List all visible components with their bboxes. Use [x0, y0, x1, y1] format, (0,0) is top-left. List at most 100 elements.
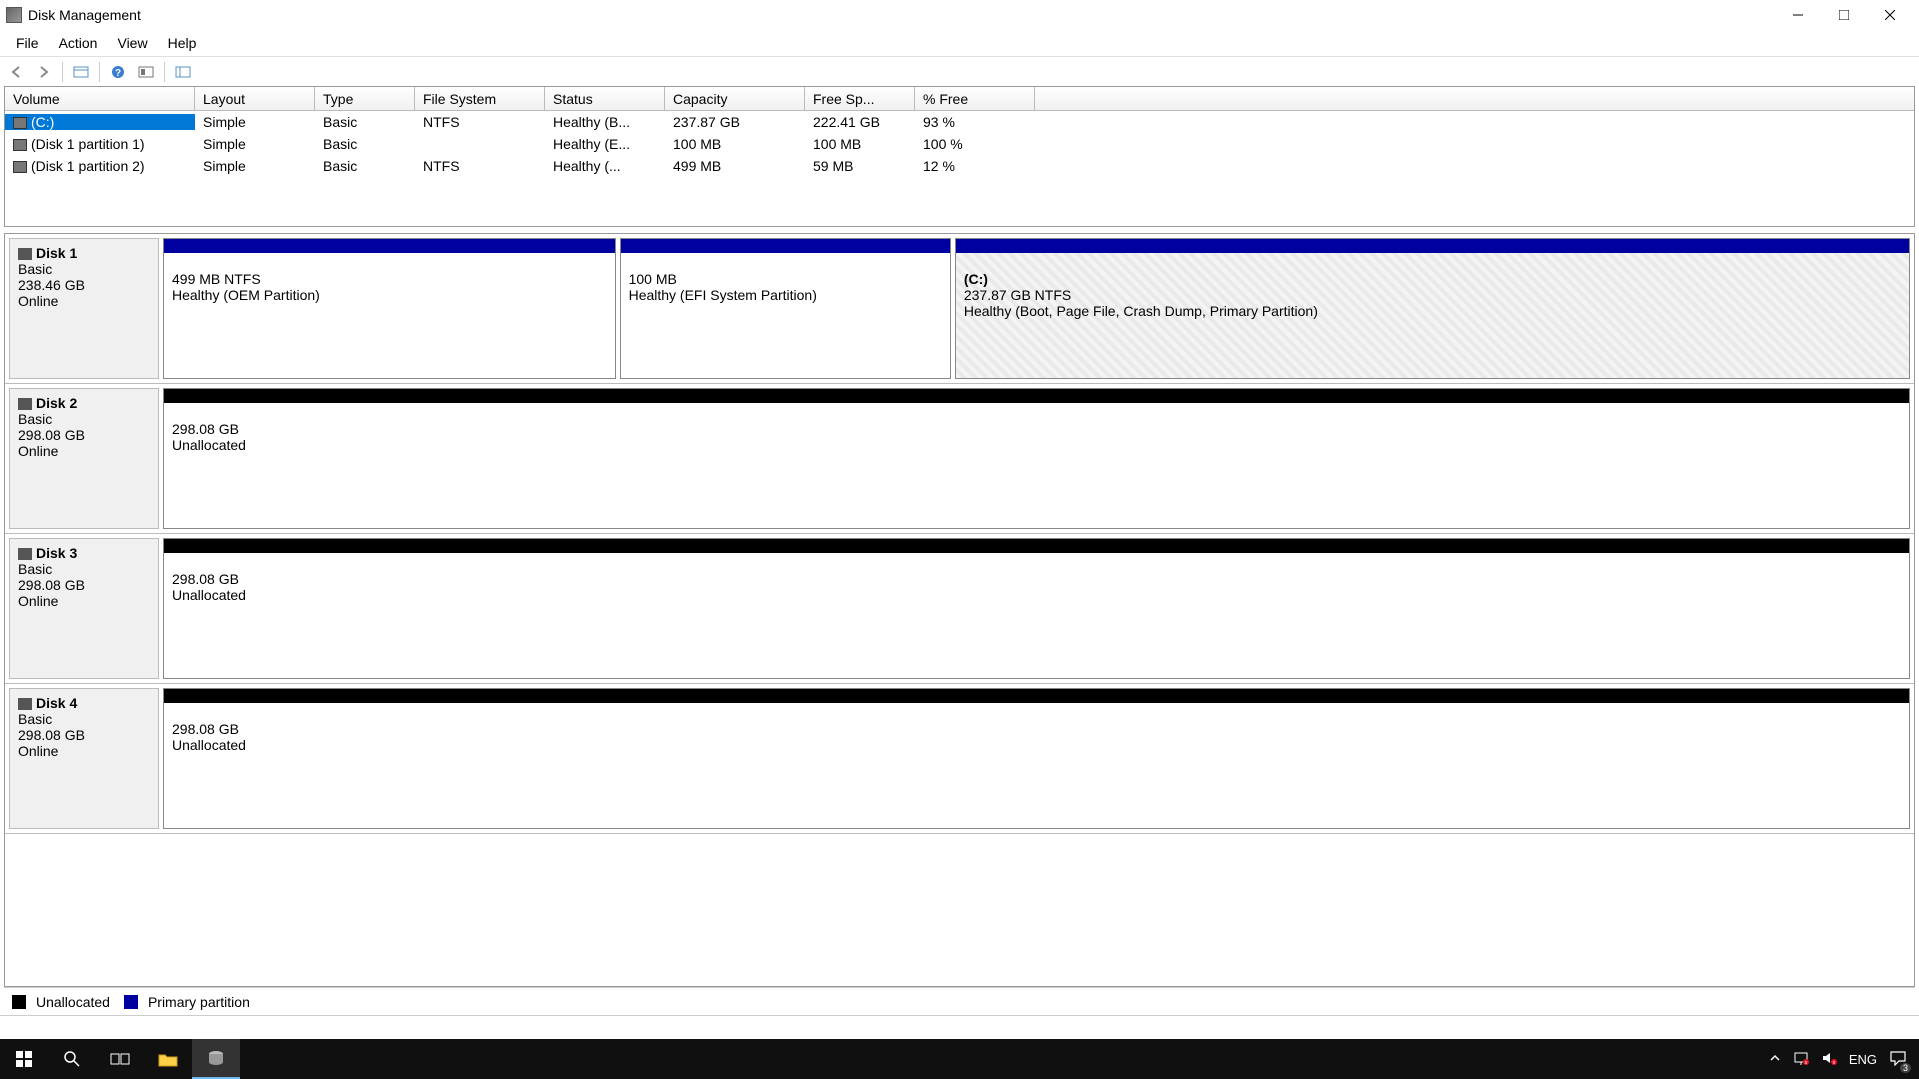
taskbar-app-diskmgmt[interactable] [192, 1039, 240, 1079]
partition-body: 499 MB NTFSHealthy (OEM Partition) [164, 253, 615, 378]
close-button[interactable] [1867, 0, 1913, 30]
toolbar: ? [0, 56, 1919, 86]
partition-header-stripe [956, 239, 1909, 253]
menu-action[interactable]: Action [49, 33, 108, 53]
partition-block[interactable]: 298.08 GBUnallocated [163, 688, 1910, 829]
col-header-layout[interactable]: Layout [195, 87, 315, 110]
app-icon [6, 7, 22, 23]
menu-help[interactable]: Help [158, 33, 207, 53]
volume-cell: Simple [195, 158, 315, 174]
toolbar-btn-4[interactable] [134, 60, 158, 84]
partition-body: (C:)237.87 GB NTFSHealthy (Boot, Page Fi… [956, 253, 1909, 378]
volume-cell: 100 MB [805, 136, 915, 152]
volume-cell: NTFS [415, 158, 545, 174]
tray-network-icon[interactable]: x [1793, 1051, 1809, 1068]
volume-cell: Healthy (... [545, 158, 665, 174]
partition-body: 298.08 GBUnallocated [164, 403, 1909, 528]
toolbar-btn-5[interactable] [171, 60, 195, 84]
back-button[interactable] [4, 60, 28, 84]
partition-body: 298.08 GBUnallocated [164, 553, 1909, 678]
partition-body: 298.08 GBUnallocated [164, 703, 1909, 828]
legend: Unallocated Primary partition [4, 987, 1915, 1015]
partition-header-stripe [164, 539, 1909, 553]
menu-file[interactable]: File [6, 33, 49, 53]
partition-area: 298.08 GBUnallocated [163, 688, 1910, 829]
partition-block[interactable]: (C:)237.87 GB NTFSHealthy (Boot, Page Fi… [955, 238, 1910, 379]
col-header-status[interactable]: Status [545, 87, 665, 110]
legend-primary-swatch [124, 995, 138, 1009]
partition-block[interactable]: 100 MBHealthy (EFI System Partition) [620, 238, 951, 379]
legend-unallocated-swatch [12, 995, 26, 1009]
volume-list-header: Volume Layout Type File System Status Ca… [5, 87, 1914, 111]
volume-cell: NTFS [415, 114, 545, 130]
search-button[interactable] [48, 1039, 96, 1079]
refresh-button[interactable] [69, 60, 93, 84]
volume-cell: 499 MB [665, 158, 805, 174]
col-header-filesystem[interactable]: File System [415, 87, 545, 110]
volume-cell: 93 % [915, 114, 1035, 130]
volume-cell: 59 MB [805, 158, 915, 174]
volume-cell: Basic [315, 114, 415, 130]
volume-row[interactable]: (Disk 1 partition 2)SimpleBasicNTFSHealt… [5, 155, 1914, 177]
start-button[interactable] [0, 1039, 48, 1079]
disk-info[interactable]: Disk 3Basic298.08 GBOnline [9, 538, 159, 679]
tray-notifications-icon[interactable]: 3 [1889, 1050, 1907, 1069]
disk-info[interactable]: Disk 2Basic298.08 GBOnline [9, 388, 159, 529]
partition-header-stripe [621, 239, 950, 253]
help-button[interactable]: ? [106, 60, 130, 84]
partition-block[interactable]: 298.08 GBUnallocated [163, 388, 1910, 529]
svg-text:?: ? [115, 68, 121, 79]
partition-header-stripe [164, 689, 1909, 703]
partition-block[interactable]: 298.08 GBUnallocated [163, 538, 1910, 679]
legend-unallocated-label: Unallocated [36, 994, 110, 1010]
partition-area: 499 MB NTFSHealthy (OEM Partition)100 MB… [163, 238, 1910, 379]
partition-area: 298.08 GBUnallocated [163, 388, 1910, 529]
volume-cell: 222.41 GB [805, 114, 915, 130]
disk-info[interactable]: Disk 4Basic298.08 GBOnline [9, 688, 159, 829]
volume-cell: (Disk 1 partition 2) [5, 158, 195, 174]
volume-cell: (C:) [5, 114, 195, 130]
volume-row[interactable]: (C:)SimpleBasicNTFSHealthy (B...237.87 G… [5, 111, 1914, 133]
volume-row[interactable]: (Disk 1 partition 1)SimpleBasic Healthy (… [5, 133, 1914, 155]
title-bar: Disk Management [0, 0, 1919, 30]
disk-row: Disk 2Basic298.08 GBOnline298.08 GBUnall… [5, 384, 1914, 534]
menu-view[interactable]: View [107, 33, 157, 53]
col-header-volume[interactable]: Volume [5, 87, 195, 110]
tray-chevron-icon[interactable] [1769, 1052, 1781, 1067]
disk-info[interactable]: Disk 1Basic238.46 GBOnline [9, 238, 159, 379]
col-header-free[interactable]: Free Sp... [805, 87, 915, 110]
col-header-capacity[interactable]: Capacity [665, 87, 805, 110]
legend-primary-label: Primary partition [148, 994, 250, 1010]
taskview-button[interactable] [96, 1039, 144, 1079]
taskbar-app-explorer[interactable] [144, 1039, 192, 1079]
volume-cell: 100 MB [665, 136, 805, 152]
volume-cell: 12 % [915, 158, 1035, 174]
disk-map-pane[interactable]: Disk 1Basic238.46 GBOnline499 MB NTFSHea… [4, 233, 1915, 987]
status-bar [0, 1015, 1919, 1039]
tray-volume-icon[interactable]: x [1821, 1051, 1837, 1068]
forward-button[interactable] [32, 60, 56, 84]
minimize-button[interactable] [1775, 0, 1821, 30]
maximize-button[interactable] [1821, 0, 1867, 30]
volume-cell: 100 % [915, 136, 1035, 152]
partition-block[interactable]: 499 MB NTFSHealthy (OEM Partition) [163, 238, 616, 379]
volume-cell: Healthy (E... [545, 136, 665, 152]
volume-cell: Basic [315, 136, 415, 152]
window-title: Disk Management [28, 7, 1775, 23]
partition-header-stripe [164, 389, 1909, 403]
tray-notif-count: 3 [1900, 1063, 1911, 1073]
col-header-pctfree[interactable]: % Free [915, 87, 1035, 110]
col-header-type[interactable]: Type [315, 87, 415, 110]
volume-list: Volume Layout Type File System Status Ca… [4, 86, 1915, 227]
disk-row: Disk 3Basic298.08 GBOnline298.08 GBUnall… [5, 534, 1914, 684]
volume-cell: 237.87 GB [665, 114, 805, 130]
volume-cell: (Disk 1 partition 1) [5, 136, 195, 152]
partition-header-stripe [164, 239, 615, 253]
volume-cell: Basic [315, 158, 415, 174]
tray-language[interactable]: ENG [1849, 1052, 1877, 1067]
disk-row: Disk 1Basic238.46 GBOnline499 MB NTFSHea… [5, 234, 1914, 384]
volume-cell: Simple [195, 136, 315, 152]
disk-row: Disk 4Basic298.08 GBOnline298.08 GBUnall… [5, 684, 1914, 834]
partition-body: 100 MBHealthy (EFI System Partition) [621, 253, 950, 378]
taskbar: x x ENG 3 [0, 1039, 1919, 1079]
